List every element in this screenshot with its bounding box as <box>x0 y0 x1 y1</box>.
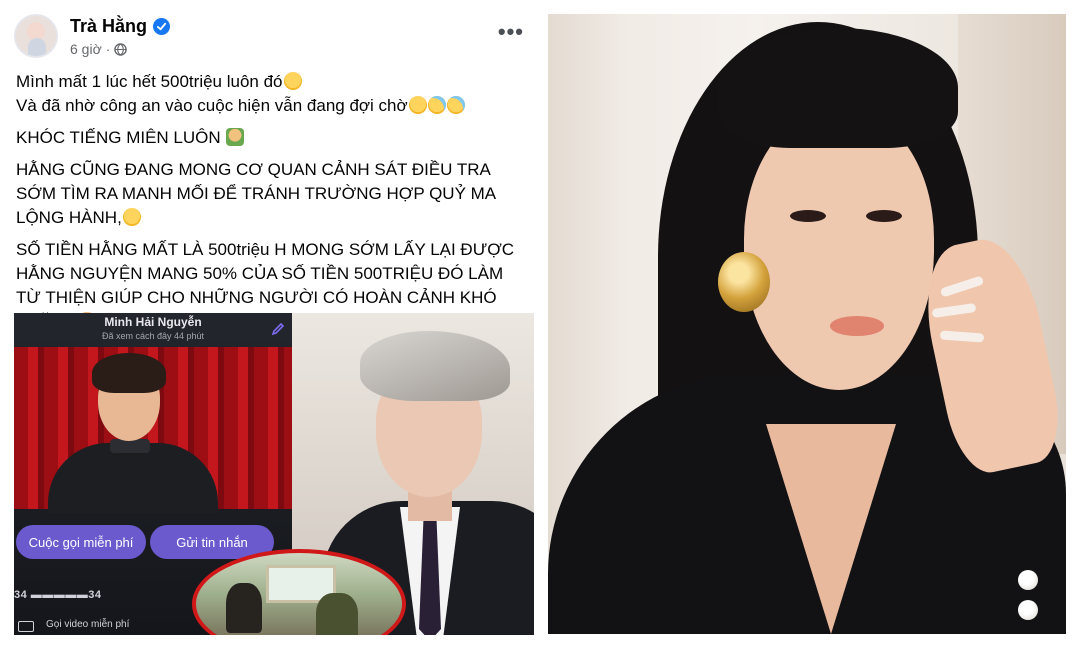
video-call-label: Gọi video miễn phí <box>46 619 130 630</box>
verified-badge-icon <box>153 18 171 35</box>
post-image-collage[interactable]: Minh Hải Nguyễn Đã xem cách đây 44 phút … <box>14 313 534 635</box>
woman-portrait-photo <box>548 14 1066 634</box>
sad-emoji-icon <box>283 72 302 90</box>
person-emoji-icon <box>226 128 245 146</box>
post-line: Và đã nhờ công an vào cuộc hiện vẫn đang… <box>16 94 532 118</box>
sad-emoji-icon <box>408 96 427 114</box>
author-avatar[interactable] <box>14 14 58 58</box>
phone-number: 34 ▬▬▬▬▬34 <box>14 589 102 601</box>
globe-icon <box>114 42 128 56</box>
author-row: Trà Hằng <box>70 16 171 37</box>
video-camera-icon <box>18 621 34 632</box>
post-meta: 6 giờ · <box>70 41 128 57</box>
contact-name: Minh Hải Nguyễn <box>104 315 202 329</box>
crying-emoji-icon <box>446 96 465 114</box>
pencil-icon <box>271 322 285 336</box>
more-options-icon[interactable]: ••• <box>498 21 524 43</box>
post-header: Trà Hằng 6 giờ · ••• <box>14 12 534 64</box>
crying-emoji-icon <box>427 96 446 114</box>
dizzy-emoji-icon <box>122 208 141 226</box>
facebook-post: Trà Hằng 6 giờ · ••• Mình mất 1 lúc hết … <box>0 0 542 648</box>
contact-photo <box>44 353 218 513</box>
post-line: KHÓC TIẾNG MIÊN LUÔN <box>16 126 532 150</box>
gold-earring <box>718 252 770 312</box>
post-body: Mình mất 1 lúc hết 500triệu luôn đó Và đ… <box>16 70 532 342</box>
free-call-button: Cuộc gọi miễn phí <box>16 525 146 559</box>
post-paragraph: HẰNG CŨNG ĐANG MONG CƠ QUAN CẢNH SÁT ĐIỀ… <box>16 160 496 227</box>
post-line: Mình mất 1 lúc hết 500triệu luôn đó <box>16 70 532 94</box>
author-name[interactable]: Trà Hằng <box>70 16 147 37</box>
last-seen-text: Đã xem cách đây 44 phút <box>101 331 205 341</box>
post-timestamp[interactable]: 6 giờ <box>70 41 102 57</box>
